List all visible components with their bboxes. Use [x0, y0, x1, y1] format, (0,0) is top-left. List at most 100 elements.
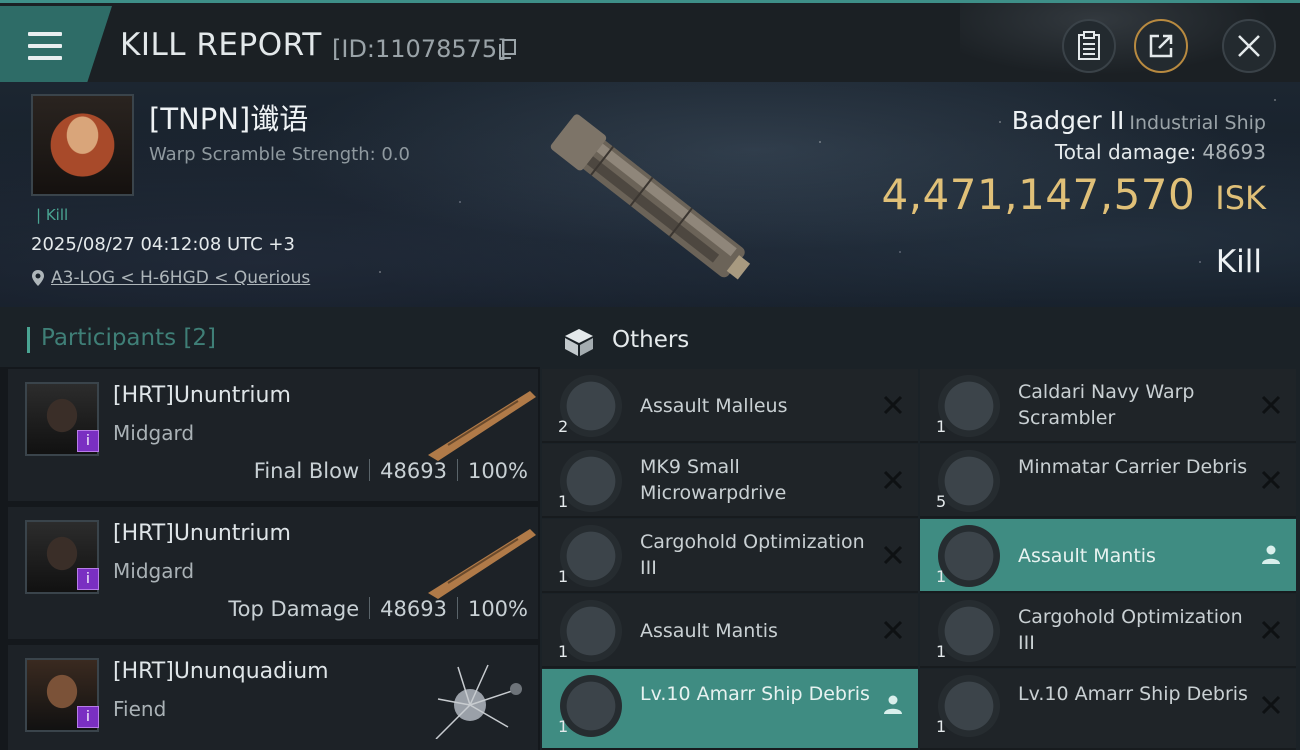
destroyed-x-icon: [1261, 620, 1281, 640]
report-id: [ID:11078575]: [332, 35, 507, 63]
item-name: Lv.10 Amarr Ship Debris: [1018, 683, 1248, 705]
total-damage-label: Total damage:: [1054, 140, 1197, 164]
page-title: KILL REPORT: [120, 27, 322, 63]
total-damage-value: 48693: [1202, 140, 1266, 164]
participants-header: Participants [2]: [0, 307, 540, 367]
participants-panel: Participants [2] i [HRT]Ununtrium Midgar…: [0, 307, 540, 750]
info-badge-icon[interactable]: i: [77, 430, 99, 452]
loot-item-dropped[interactable]: 1 Assault Mantis: [920, 519, 1296, 593]
loot-item[interactable]: 1 Assault Mantis: [542, 594, 918, 668]
close-button[interactable]: [1222, 19, 1276, 73]
participant-ship: Midgard: [113, 559, 195, 583]
item-quantity: 1: [936, 717, 947, 736]
cube-icon: [565, 329, 593, 356]
item-name: Caldari Navy Warp Scrambler: [1018, 381, 1195, 429]
location-link[interactable]: A3-LOG < H-6HGD < Querious: [31, 268, 310, 288]
destroyed-x-icon: [883, 395, 903, 415]
close-icon: [1238, 35, 1260, 57]
item-name: Cargohold Optimization III: [640, 531, 865, 579]
participant-ship: Fiend: [113, 697, 167, 721]
loot-item[interactable]: 1 Cargohold Optimization III: [542, 519, 918, 593]
share-button[interactable]: [1134, 19, 1188, 73]
weapon-icon: [435, 664, 522, 739]
participant-name: [HRT]Ununtrium: [113, 383, 291, 408]
header-accent: [27, 327, 30, 353]
loot-item[interactable]: 1 Caldari Navy Warp Scrambler: [920, 369, 1296, 443]
item-name: MK9 Small Microwarpdrive: [640, 456, 787, 504]
destroyed-x-icon: [1261, 395, 1281, 415]
ship-image: [550, 114, 751, 280]
info-badge-icon[interactable]: i: [77, 568, 99, 590]
item-name: Cargohold Optimization III: [1018, 606, 1243, 654]
header-bar: KILL REPORT [ID:11078575]: [0, 0, 1300, 85]
total-damage: Total damage: 48693: [1055, 140, 1266, 164]
loot-item[interactable]: 1 MK9 Small Microwarpdrive: [542, 444, 918, 518]
isk-amount: 4,471,147,570: [881, 170, 1196, 219]
participant-row[interactable]: i [HRT]Ununtrium Midgard Top Damage 48693…: [8, 507, 538, 639]
menu-button[interactable]: [0, 6, 112, 82]
loot-item-dropped[interactable]: 1 Lv.10 Amarr Ship Debris: [542, 669, 918, 750]
item-name: Lv.10 Amarr Ship Debris: [640, 683, 870, 705]
amarr-ship-debris-icon: [938, 675, 1000, 737]
participant-row[interactable]: i [HRT]Ununquadium Fiend: [8, 645, 538, 750]
location-pin-icon: [32, 270, 44, 286]
clipboard-button[interactable]: [1062, 19, 1116, 73]
item-quantity: 1: [558, 492, 569, 511]
warp-scrambler-icon: [938, 375, 1000, 437]
participant-ship: Midgard: [113, 421, 195, 445]
person-icon: [884, 695, 902, 714]
isk-unit: ISK: [1215, 179, 1266, 217]
item-quantity: 1: [558, 567, 569, 586]
participant-role: Top Damage: [228, 597, 360, 621]
assault-malleus-icon: [560, 375, 622, 437]
weapon-icon: [428, 391, 536, 461]
participant-name: [HRT]Ununtrium: [113, 521, 291, 546]
info-badge-icon[interactable]: i: [77, 706, 99, 728]
copy-icon[interactable]: [499, 39, 517, 59]
participant-damage: 48693: [380, 597, 447, 621]
hamburger-icon: [28, 32, 62, 60]
ship-class: Industrial Ship: [1129, 112, 1266, 134]
ship-name[interactable]: Badger II: [1012, 106, 1125, 135]
assault-mantis-icon: [938, 525, 1000, 587]
loot-item[interactable]: 2 Assault Malleus: [542, 369, 918, 443]
location-text[interactable]: A3-LOG < H-6HGD < Querious: [51, 268, 310, 288]
cargohold-optimization-icon: [938, 600, 1000, 662]
item-quantity: 1: [936, 642, 947, 661]
loot-item[interactable]: 5 Minmatar Carrier Debris: [920, 444, 1296, 518]
item-quantity: 2: [558, 417, 569, 436]
participant-stats: Top Damage 48693 100%: [228, 597, 528, 621]
carrier-debris-icon: [938, 450, 1000, 512]
isk-value: 4,471,147,570 ISK: [881, 170, 1266, 219]
cargohold-optimization-icon: [560, 525, 622, 587]
destroyed-x-icon: [1261, 470, 1281, 490]
destroyed-x-icon: [883, 620, 903, 640]
item-name: Assault Mantis: [640, 620, 778, 642]
weapon-icon: [428, 529, 536, 599]
victim-name[interactable]: [TNPN]谶语: [149, 96, 308, 138]
assault-mantis-icon: [560, 600, 622, 662]
participant-stats: Final Blow 48693 100%: [254, 459, 528, 483]
clipboard-icon: [1078, 31, 1100, 60]
microwarpdrive-icon: [560, 450, 622, 512]
amarr-ship-debris-icon: [560, 675, 622, 737]
item-name: Assault Malleus: [640, 395, 788, 417]
loot-item[interactable]: 1 Lv.10 Amarr Ship Debris: [920, 669, 1296, 750]
others-panel: Others 2 Assault Malleus 1 Caldari Navy …: [540, 307, 1300, 750]
kill-status: Kill: [1215, 244, 1262, 280]
warp-scramble-strength: Warp Scramble Strength: 0.0: [149, 144, 411, 165]
destroyed-x-icon: [1261, 695, 1281, 715]
item-name: Minmatar Carrier Debris: [1018, 456, 1248, 478]
participant-row[interactable]: i [HRT]Ununtrium Midgard Final Blow 48693…: [8, 369, 538, 501]
kill-datetime: 2025/08/27 04:12:08 UTC +3: [31, 234, 295, 255]
destroyed-x-icon: [883, 545, 903, 565]
item-quantity: 5: [936, 492, 947, 511]
participant-percent: 100%: [467, 459, 528, 483]
person-icon: [1262, 545, 1280, 564]
loot-item[interactable]: 1 Cargohold Optimization III: [920, 594, 1296, 668]
share-icon: [1149, 34, 1173, 58]
participants-title: Participants [2]: [41, 325, 217, 351]
victim-portrait[interactable]: [31, 94, 134, 196]
item-quantity: 1: [558, 717, 569, 736]
item-quantity: 1: [936, 417, 947, 436]
